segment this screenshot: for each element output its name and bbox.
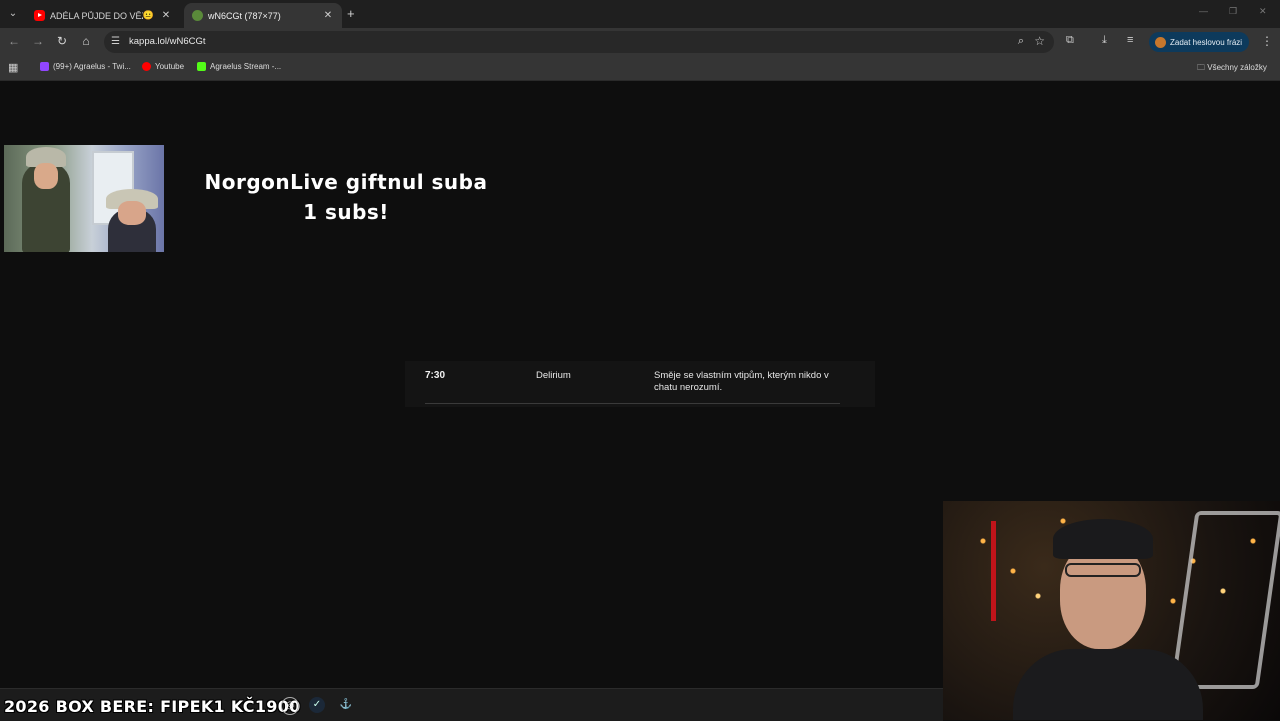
kick-icon xyxy=(197,62,206,71)
steam-icon[interactable]: ✓ xyxy=(309,697,325,713)
tab-kappa[interactable]: wN6CGt (787×77) ✕ xyxy=(184,3,342,28)
new-tab-icon[interactable]: + xyxy=(347,6,355,21)
anchor-icon[interactable]: ⚓ xyxy=(338,697,354,713)
window-close-icon[interactable]: ✕ xyxy=(1259,6,1267,17)
menu-dots-icon[interactable]: ⋮ xyxy=(1261,34,1273,48)
url-text: kappa.lol/wN6CGt xyxy=(129,36,206,47)
taskbar: 2026 BOX BERE: FIPEK1 KČ1900 ◎ ✓ ⚓ xyxy=(0,688,943,721)
forward-icon[interactable]: → xyxy=(30,34,46,48)
bookmark-twitch[interactable]: (99+) Agraelus - Twi... xyxy=(40,62,131,71)
tab-emoji: 😐 xyxy=(142,10,154,20)
browser-toolbar: ← → ↻ ⌂ ☰ kappa.lol/wN6CGt ⌕ ☆ ⧉ ⤓ ≡ Zad… xyxy=(0,28,1280,56)
youtube-icon xyxy=(34,10,45,21)
profile-button-label: Zadat heslovou frázi xyxy=(1170,37,1243,47)
sub-alert-text: NorgonLive giftnul suba 1 subs! xyxy=(176,167,516,227)
bookmark-label: Youtube xyxy=(155,62,185,71)
folder-icon: 🗀 xyxy=(1197,63,1205,72)
zoom-icon[interactable]: ⌕ xyxy=(1018,35,1024,48)
address-bar[interactable]: ☰ kappa.lol/wN6CGt ⌕ ☆ xyxy=(104,31,1054,53)
tts-time: 7:30 xyxy=(425,370,446,381)
bookmarks-bar: ▦ (99+) Agraelus - Twi... Youtube Agrael… xyxy=(0,56,1280,81)
apps-grid-icon[interactable]: ▦ xyxy=(8,61,18,74)
close-icon[interactable]: ✕ xyxy=(322,10,334,21)
twitch-icon xyxy=(40,62,49,71)
bookmark-label: (99+) Agraelus - Twi... xyxy=(53,62,131,71)
bookmark-star-icon[interactable]: ☆ xyxy=(1034,34,1045,48)
tab-strip: ⌄ ADÉLA PŮJDE DO VĚZENÍ?! 😐 ✕ wN6CGt (78… xyxy=(0,0,1280,28)
divider xyxy=(425,403,840,404)
close-icon[interactable]: ✕ xyxy=(160,10,172,21)
extensions-icon[interactable]: ⧉ xyxy=(1066,34,1074,47)
youtube-icon xyxy=(142,62,151,71)
tts-message-row: 7:30 Delirium Směje se vlastním vtipům, … xyxy=(405,361,875,407)
tab-search-chevron-icon[interactable]: ⌄ xyxy=(4,5,22,23)
site-info-icon[interactable]: ☰ xyxy=(111,36,120,47)
obs-icon[interactable]: ◎ xyxy=(281,697,299,715)
pepe-icon xyxy=(192,10,203,21)
bookmark-kick[interactable]: Agraelus Stream -... xyxy=(197,62,281,71)
alert-line-2: 1 subs! xyxy=(303,200,389,224)
avatar xyxy=(1155,36,1166,48)
marquee-text: 2026 BOX BERE: FIPEK1 KČ1900 xyxy=(4,697,301,716)
profile-button[interactable]: Zadat heslovou frázi xyxy=(1149,32,1249,52)
home-icon[interactable]: ⌂ xyxy=(78,34,94,48)
all-bookmarks-label: Všechny záložky xyxy=(1207,63,1267,72)
back-icon[interactable]: ← xyxy=(6,34,22,48)
tab-youtube[interactable]: ADÉLA PŮJDE DO VĚZENÍ?! 😐 ✕ xyxy=(26,3,180,28)
media-queue-icon[interactable]: ≡ xyxy=(1127,34,1133,46)
tab-title: wN6CGt (787×77) xyxy=(208,10,281,21)
reload-icon[interactable]: ↻ xyxy=(54,34,70,48)
bookmark-label: Agraelus Stream -... xyxy=(210,62,282,71)
alert-gif xyxy=(4,145,164,252)
tts-message: Směje se vlastním vtipům, kterým nikdo v… xyxy=(654,370,829,393)
alert-line-1: NorgonLive giftnul suba xyxy=(204,170,488,194)
webcam-overlay xyxy=(943,501,1280,720)
tab-title: ADÉLA PŮJDE DO VĚZENÍ?! xyxy=(50,10,143,21)
minimize-icon[interactable]: — xyxy=(1199,6,1208,16)
bookmark-youtube[interactable]: Youtube xyxy=(142,62,184,71)
tts-voice: Delirium xyxy=(536,370,571,381)
restore-icon[interactable]: ❐ xyxy=(1229,6,1237,17)
all-bookmarks-button[interactable]: 🗀 Všechny záložky xyxy=(1197,62,1267,76)
download-icon[interactable]: ⤓ xyxy=(1102,34,1107,47)
